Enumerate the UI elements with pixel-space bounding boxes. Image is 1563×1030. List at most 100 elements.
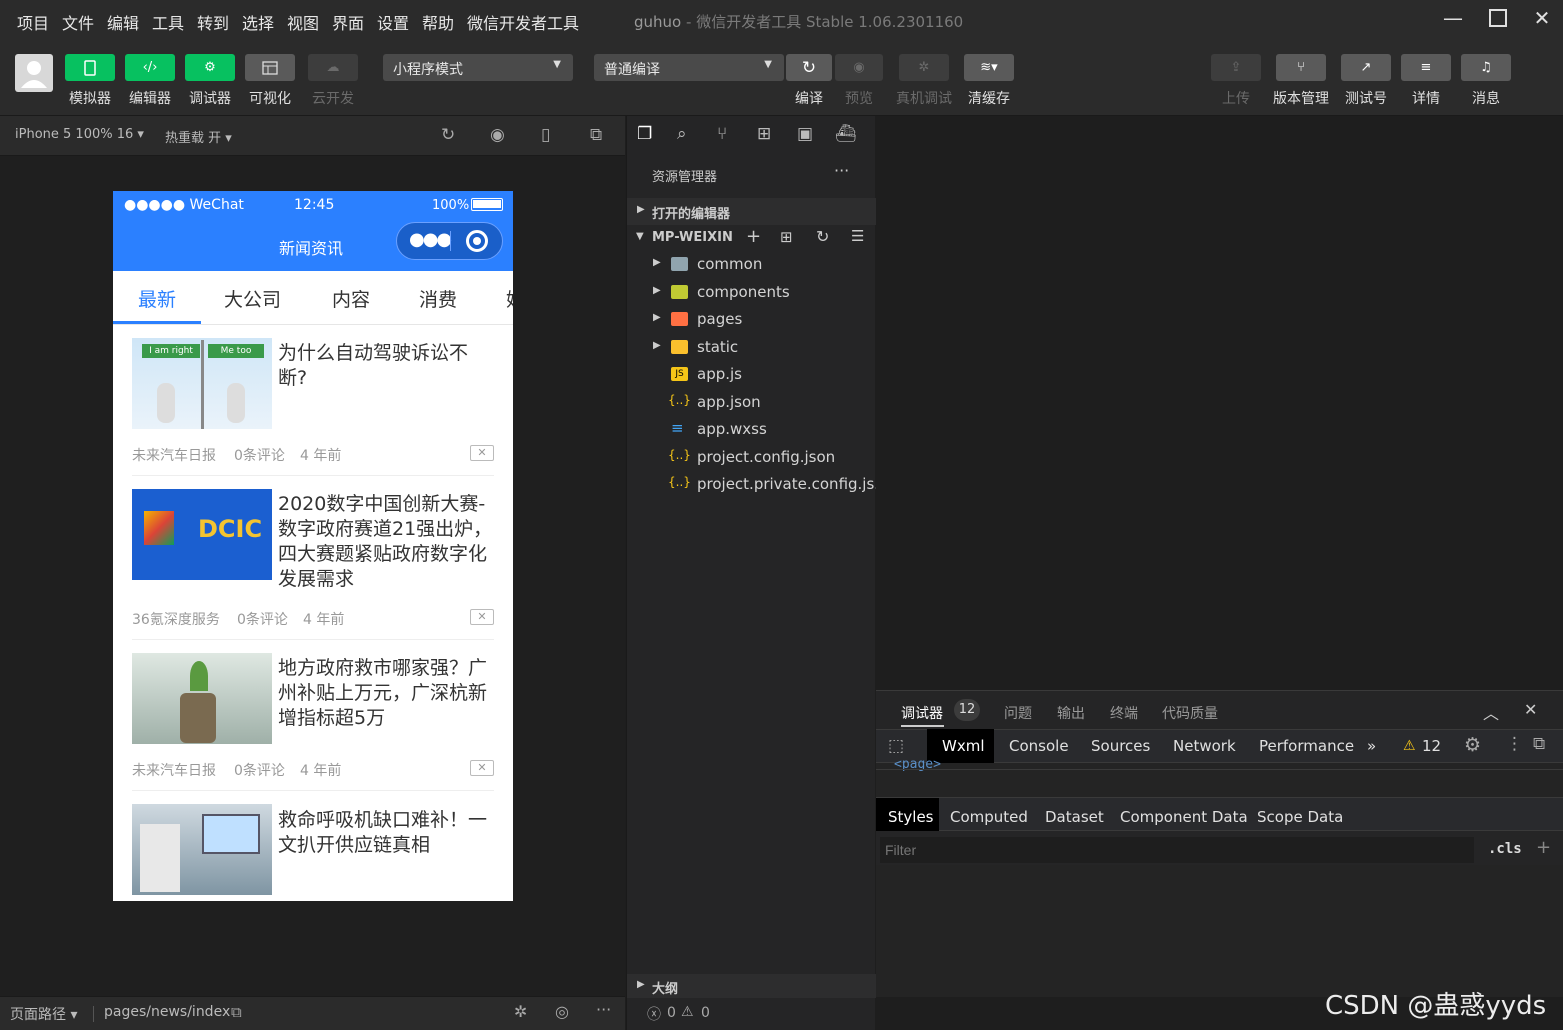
news-title[interactable]: 地方政府救市哪家强？广州补贴上万元，广深杭新增指标超5万 [278, 656, 493, 731]
messages-button[interactable]: ♫ [1461, 54, 1511, 81]
menu-view[interactable]: 视图 [287, 10, 319, 34]
new-file-icon[interactable]: + [746, 226, 761, 247]
add-style-rule-button[interactable]: + [1536, 837, 1551, 858]
file-tree-item[interactable]: {..} project.private.config.js... [627, 472, 889, 499]
version-mgmt-button[interactable]: ⑂ [1276, 54, 1326, 81]
tab-dataset[interactable]: Dataset [1045, 808, 1104, 826]
close-miniprogram-icon[interactable] [466, 230, 488, 252]
device-select[interactable]: iPhone 5 100% 16 ▾ [15, 127, 144, 142]
file-tree-item[interactable]: JS app.js [627, 362, 876, 389]
tab-styles[interactable]: Styles [888, 808, 934, 826]
explorer-more-icon[interactable]: ··· [834, 161, 849, 180]
warning-count[interactable]: 12 [1422, 737, 1441, 755]
tab-performance[interactable]: Performance [1259, 737, 1354, 755]
file-tree-item[interactable]: ▶ components [627, 280, 876, 307]
kebab-menu-icon[interactable]: ⋮ [1506, 734, 1523, 754]
news-thumbnail[interactable]: DCIC [132, 489, 272, 580]
maximize-button[interactable] [1483, 6, 1513, 34]
news-title[interactable]: 2020数字中国创新大赛-数字政府赛道21强出炉，四大赛题紧贴政府数字化发展需求 [278, 492, 493, 592]
close-icon[interactable]: ✕ [1524, 700, 1537, 719]
styles-filter-input[interactable] [880, 837, 1474, 863]
copy-icon[interactable]: ⧉ [231, 1003, 242, 1021]
dock-side-icon[interactable]: ⧉ [1533, 734, 1545, 754]
cls-toggle[interactable]: .cls [1488, 841, 1522, 857]
docker-icon[interactable]: ⛴ [835, 124, 857, 144]
menu-interface[interactable]: 界面 [332, 10, 364, 34]
reload-icon[interactable]: ↻ [441, 125, 455, 145]
visual-button[interactable] [245, 54, 295, 81]
preview-button[interactable]: ◉ [835, 54, 883, 81]
tab-issues[interactable]: 问题 [1004, 703, 1032, 723]
outline-section[interactable]: ▶ 大纲 [627, 974, 876, 998]
tab-big-company[interactable]: 大公司 [224, 285, 281, 312]
dismiss-news-button[interactable]: ✕ [470, 760, 494, 776]
menu-wechat-devtools[interactable]: 微信开发者工具 [467, 10, 579, 34]
more-dots-icon[interactable]: ●●● [409, 229, 452, 250]
news-thumbnail[interactable]: I am right Me too [132, 338, 272, 429]
tab-output[interactable]: 输出 [1057, 703, 1085, 723]
tab-consumer[interactable]: 消费 [419, 285, 457, 312]
debugger-button[interactable]: ⚙ [185, 54, 235, 81]
dismiss-news-button[interactable]: ✕ [470, 609, 494, 625]
tab-content[interactable]: 内容 [332, 285, 370, 312]
file-tree-item[interactable]: ▶ pages [627, 307, 876, 334]
menu-project[interactable]: 项目 [17, 10, 49, 34]
menu-edit[interactable]: 编辑 [107, 10, 139, 34]
simulator-button[interactable] [65, 54, 115, 81]
page-path-select[interactable]: 页面路径 ▾ [10, 1004, 77, 1024]
inspect-element-icon[interactable]: ⬚ [888, 736, 904, 756]
cloud-button[interactable]: ☁ [308, 54, 358, 81]
search-icon[interactable]: ⌕ [677, 124, 687, 144]
tab-code-quality[interactable]: 代码质量 [1162, 703, 1218, 723]
avatar[interactable] [15, 54, 53, 92]
editor-area[interactable] [876, 116, 1563, 690]
collapse-all-icon[interactable]: ☰ [851, 227, 864, 245]
compile-button[interactable]: ↻ [786, 54, 832, 81]
save-icon[interactable]: ▣ [797, 124, 813, 144]
detach-window-icon[interactable]: ⧉ [590, 125, 602, 145]
news-thumbnail[interactable] [132, 804, 272, 895]
bug-icon[interactable]: ✲ [514, 1002, 527, 1021]
tab-component-data[interactable]: Component Data [1120, 808, 1248, 826]
tab-debugger[interactable]: 调试器 [901, 703, 943, 723]
extensions-icon[interactable]: ⊞ [757, 124, 771, 144]
tab-terminal[interactable]: 终端 [1110, 703, 1138, 723]
remote-debug-button[interactable]: ✲ [899, 54, 949, 81]
more-tabs-icon[interactable]: » [1367, 737, 1376, 755]
tab-latest[interactable]: 最新 [138, 285, 176, 312]
capsule-menu[interactable]: ●●● [396, 222, 503, 260]
details-button[interactable]: ≡ [1401, 54, 1451, 81]
menu-help[interactable]: 帮助 [422, 10, 454, 34]
chevron-up-icon[interactable]: ︿ [1483, 700, 1499, 724]
menu-settings[interactable]: 设置 [377, 10, 409, 34]
file-tree-item[interactable]: {..} project.config.json [627, 445, 876, 472]
menu-goto[interactable]: 转到 [197, 10, 229, 34]
mode-select[interactable]: 小程序模式 ▼ [383, 54, 573, 81]
menu-tools[interactable]: 工具 [152, 10, 184, 34]
news-title[interactable]: 为什么自动驾驶诉讼不断? [278, 341, 493, 391]
clear-cache-button[interactable]: ≋▾ [964, 54, 1014, 81]
files-icon[interactable]: ❐ [637, 124, 652, 144]
phone-rotate-icon[interactable]: ▯ [541, 125, 550, 145]
page-path[interactable]: pages/news/index [104, 1004, 230, 1020]
file-tree-item[interactable]: ▶ static [627, 335, 876, 362]
tab-network[interactable]: Network [1173, 737, 1236, 755]
gear-icon[interactable]: ⚙ [1464, 734, 1481, 756]
eye-icon[interactable]: ◎ [555, 1002, 569, 1021]
tab-computed[interactable]: Computed [950, 808, 1028, 826]
open-editors-section[interactable]: ▶ 打开的编辑器 [627, 198, 876, 225]
new-folder-icon[interactable]: ⊞ [780, 228, 793, 246]
dismiss-news-button[interactable]: ✕ [470, 445, 494, 461]
stop-icon[interactable]: ◉ [490, 125, 505, 145]
tab-console[interactable]: Console [1009, 737, 1069, 755]
tab-entertainment[interactable]: 娱 [506, 285, 513, 312]
tab-scope-data[interactable]: Scope Data [1257, 808, 1343, 826]
menu-file[interactable]: 文件 [62, 10, 94, 34]
news-title[interactable]: 救命呼吸机缺口难补！一文扒开供应链真相 [278, 808, 493, 858]
more-icon[interactable]: ··· [596, 1000, 611, 1019]
tab-sources[interactable]: Sources [1091, 737, 1150, 755]
compile-select[interactable]: 普通编译 ▼ [594, 54, 784, 81]
hot-reload-select[interactable]: 热重载 开 ▾ [165, 127, 232, 146]
test-no-button[interactable]: ↗ [1341, 54, 1391, 81]
close-window-button[interactable]: ✕ [1527, 6, 1557, 34]
